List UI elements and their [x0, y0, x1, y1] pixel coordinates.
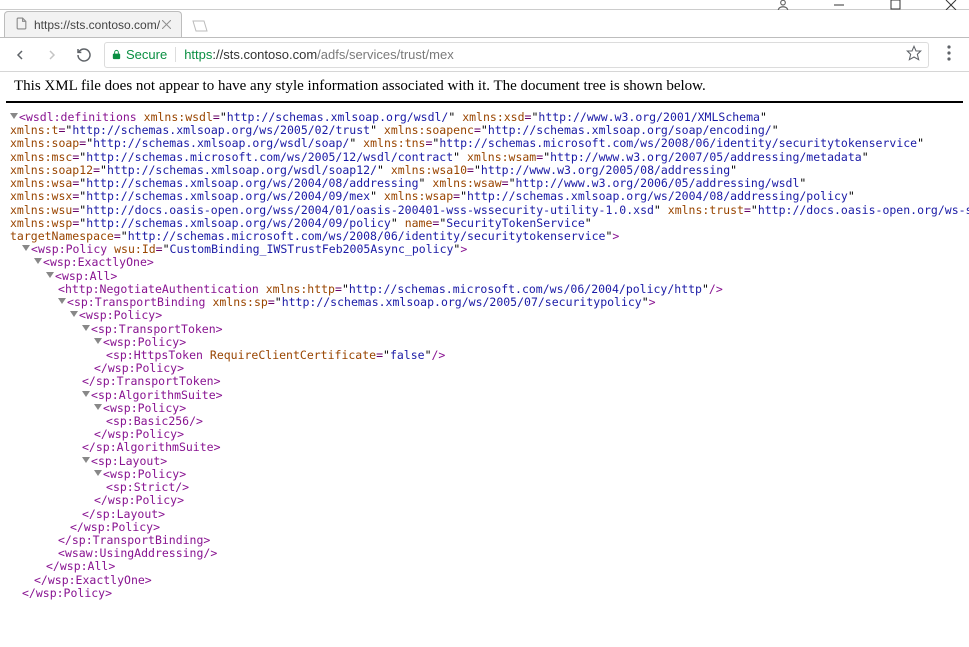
expand-toggle-icon[interactable] [10, 113, 18, 119]
expand-toggle-icon[interactable] [82, 457, 90, 463]
expand-toggle-icon[interactable] [82, 391, 90, 397]
page-content[interactable]: This XML file does not appear to have an… [0, 72, 969, 647]
minimize-button[interactable] [825, 0, 853, 10]
xml-line: </wsp:ExactlyOne> [10, 574, 959, 587]
expand-toggle-icon[interactable] [70, 311, 78, 317]
forward-button[interactable] [40, 43, 64, 67]
expand-toggle-icon[interactable] [94, 404, 102, 410]
xml-line: </wsp:All> [10, 560, 959, 573]
address-bar[interactable]: Secure https ://sts.contoso.com /adfs/se… [104, 42, 929, 68]
url-scheme: https [184, 47, 212, 62]
expand-toggle-icon[interactable] [94, 470, 102, 476]
url-path: /adfs/services/trust/mex [317, 47, 454, 62]
browser-tab[interactable]: https://sts.contoso.com/ [4, 11, 182, 37]
tab-strip: https://sts.contoso.com/ [0, 10, 969, 38]
bookmark-star-icon[interactable] [906, 45, 922, 64]
expand-toggle-icon[interactable] [82, 325, 90, 331]
expand-toggle-icon[interactable] [22, 245, 30, 251]
menu-button[interactable] [937, 45, 961, 64]
secure-badge[interactable]: Secure [111, 47, 176, 62]
expand-toggle-icon[interactable] [46, 272, 54, 278]
maximize-button[interactable] [881, 0, 909, 10]
xml-line: </wsp:Policy> [10, 587, 959, 600]
expand-toggle-icon[interactable] [34, 258, 42, 264]
window-titlebar [0, 0, 969, 10]
lock-icon [111, 48, 122, 61]
xml-notice-banner: This XML file does not appear to have an… [6, 72, 963, 103]
secure-label: Secure [126, 47, 167, 62]
reload-button[interactable] [72, 43, 96, 67]
xml-line: <wsaw:UsingAddressing/> [10, 547, 959, 560]
new-tab-button[interactable] [188, 15, 210, 37]
expand-toggle-icon[interactable] [94, 338, 102, 344]
navigation-toolbar: Secure https ://sts.contoso.com /adfs/se… [0, 38, 969, 72]
expand-toggle-icon[interactable] [58, 298, 66, 304]
close-tab-icon[interactable] [160, 16, 173, 34]
close-window-button[interactable] [937, 0, 965, 10]
tab-title: https://sts.contoso.com/ [34, 18, 160, 32]
back-button[interactable] [8, 43, 32, 67]
user-account-icon[interactable] [769, 0, 797, 10]
xml-line: <wsp:ExactlyOne> [10, 256, 959, 269]
page-icon [15, 17, 28, 33]
url-host: ://sts.contoso.com [212, 47, 317, 62]
xml-tree: <wsdl:definitions xmlns:wsdl="http://sch… [0, 111, 969, 620]
